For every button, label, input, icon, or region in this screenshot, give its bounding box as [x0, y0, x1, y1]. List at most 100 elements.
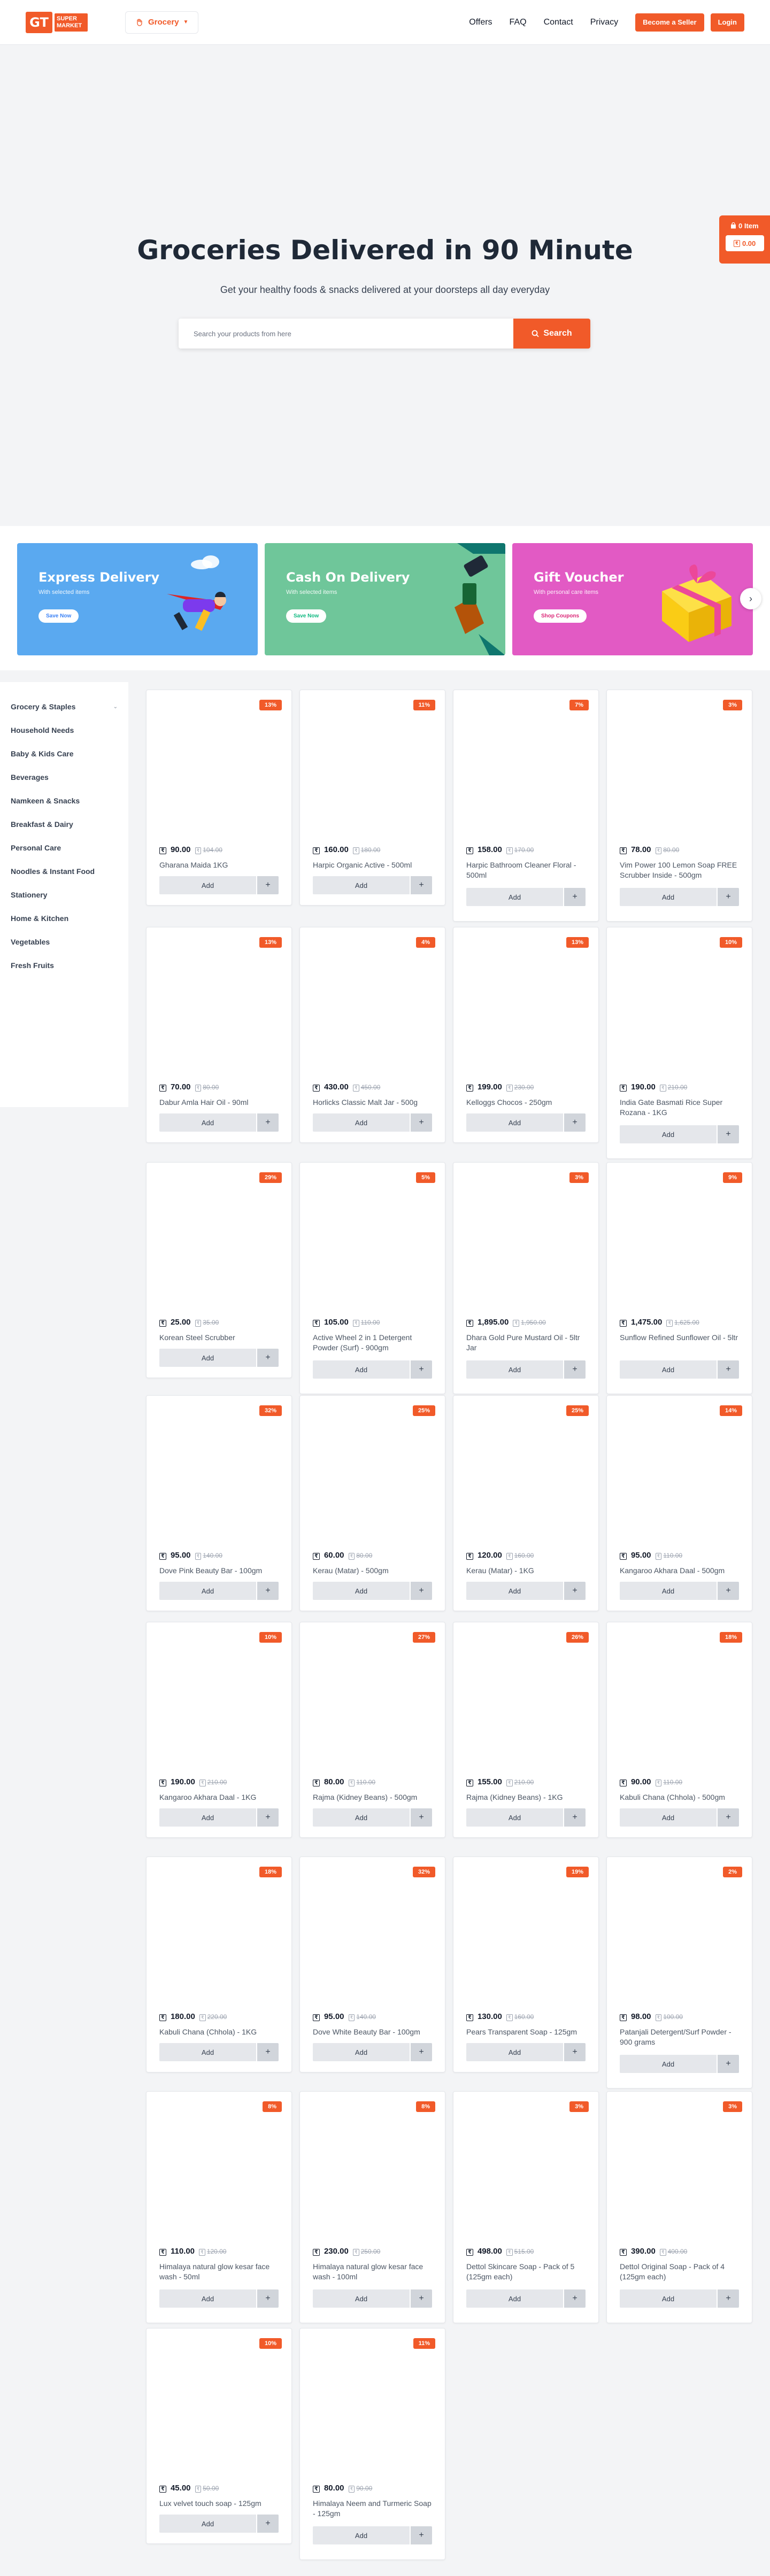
product-card[interactable]: 26% ₹155.00 ₹210.00 Rajma (Kidney Beans) - …	[453, 1622, 599, 1838]
product-card[interactable]: 10% ₹190.00 ₹210.00 India Gate Basmati Rice…	[606, 927, 752, 1159]
add-to-cart-button[interactable]: Add	[620, 1125, 717, 1143]
product-card[interactable]: 8% ₹110.00 ₹120.00 Himalaya natural glow ke…	[146, 2091, 292, 2323]
product-name[interactable]: Kerau (Matar) - 1KG	[466, 1566, 587, 1576]
plus-icon[interactable]: +	[564, 1360, 586, 1379]
product-card[interactable]: 32% ₹95.00 ₹140.00 Dove White Beauty Bar - …	[299, 1856, 445, 2072]
plus-icon[interactable]: +	[564, 1808, 586, 1827]
nav-privacy[interactable]: Privacy	[590, 18, 618, 27]
product-name[interactable]: Kabuli Chana (Chhola) - 1KG	[159, 2027, 280, 2037]
product-name[interactable]: Kabuli Chana (Chhola) - 500gm	[620, 1792, 740, 1803]
product-card[interactable]: 10% ₹45.00 ₹50.00 Lux velvet touch soap - 1…	[146, 2328, 292, 2544]
product-name[interactable]: Lux velvet touch soap - 125gm	[159, 2498, 280, 2509]
add-to-cart-button[interactable]: Add	[620, 1582, 717, 1600]
product-name[interactable]: India Gate Basmati Rice Super Rozana - 1…	[620, 1097, 740, 1118]
promo-express-delivery[interactable]: Express Delivery With selected items Sav…	[17, 543, 258, 655]
carousel-next-button[interactable]: ›	[740, 588, 761, 609]
product-card[interactable]: 4% ₹430.00 ₹450.00 Horlicks Classic Malt Ja…	[299, 927, 445, 1143]
product-card[interactable]: 3% ₹1,895.00 ₹1,950.00 Dhara Gold Pure Must…	[453, 1162, 599, 1394]
add-to-cart-button[interactable]: Add	[620, 888, 717, 906]
plus-icon[interactable]: +	[564, 2289, 586, 2308]
become-seller-button[interactable]: Become a Seller	[635, 13, 704, 32]
product-card[interactable]: 13% ₹199.00 ₹230.00 Kelloggs Chocos - 250gm…	[453, 927, 599, 1143]
product-name[interactable]: Dabur Amla Hair Oil - 90ml	[159, 1097, 280, 1108]
sidebar-item[interactable]: Beverages	[11, 765, 118, 789]
add-to-cart-button[interactable]: Add	[313, 1808, 410, 1827]
product-name[interactable]: Rajma (Kidney Beans) - 500gm	[313, 1792, 433, 1803]
promo-gift-voucher[interactable]: Gift Voucher With personal care items Sh…	[512, 543, 753, 655]
product-name[interactable]: Active Wheel 2 in 1 Detergent Powder (Su…	[313, 1333, 433, 1353]
promo-cash-on-delivery[interactable]: Cash On Delivery With selected items Sav…	[265, 543, 505, 655]
sidebar-item[interactable]: Noodles & Instant Food	[11, 860, 118, 883]
nav-faq[interactable]: FAQ	[510, 18, 527, 27]
product-name[interactable]: Dettol Skincare Soap - Pack of 5 (125gm …	[466, 2262, 587, 2282]
product-card[interactable]: 11% ₹80.00 ₹90.00 Himalaya Neem and Turmeri…	[299, 2328, 445, 2560]
add-to-cart-button[interactable]: Add	[466, 1808, 563, 1827]
sidebar-item[interactable]: Namkeen & Snacks	[11, 789, 118, 813]
product-card[interactable]: 13% ₹70.00 ₹80.00 Dabur Amla Hair Oil - 90m…	[146, 927, 292, 1143]
product-card[interactable]: 25% ₹60.00 ₹80.00 Kerau (Matar) - 500gm Add +	[299, 1395, 445, 1611]
sidebar-item[interactable]: Personal Care	[11, 836, 118, 860]
product-name[interactable]: Kelloggs Chocos - 250gm	[466, 1097, 587, 1108]
plus-icon[interactable]: +	[411, 1808, 432, 1827]
sidebar-item[interactable]: Fresh Fruits	[11, 954, 118, 977]
add-to-cart-button[interactable]: Add	[159, 2289, 256, 2308]
sidebar-item[interactable]: Baby & Kids Care	[11, 742, 118, 765]
add-to-cart-button[interactable]: Add	[313, 876, 410, 894]
add-to-cart-button[interactable]: Add	[313, 2526, 410, 2544]
sidebar-item[interactable]: Grocery & Staples ⌄	[11, 695, 118, 718]
sidebar-item[interactable]: Home & Kitchen	[11, 907, 118, 930]
product-card[interactable]: 7% ₹158.00 ₹170.00 Harpic Bathroom Cleaner …	[453, 690, 599, 922]
sidebar-item[interactable]: Stationery	[11, 883, 118, 907]
plus-icon[interactable]: +	[718, 1125, 739, 1143]
product-card[interactable]: 3% ₹498.00 ₹515.00 Dettol Skincare Soap - P…	[453, 2091, 599, 2323]
product-name[interactable]: Rajma (Kidney Beans) - 1KG	[466, 1792, 587, 1803]
product-card[interactable]: 8% ₹230.00 ₹250.00 Himalaya natural glow ke…	[299, 2091, 445, 2323]
search-input[interactable]: Search your products from here	[179, 319, 513, 349]
product-name[interactable]: Dhara Gold Pure Mustard Oil - 5ltr Jar	[466, 1333, 587, 1353]
add-to-cart-button[interactable]: Add	[159, 1582, 256, 1600]
add-to-cart-button[interactable]: Add	[466, 2043, 563, 2061]
product-name[interactable]: Patanjali Detergent/Surf Powder - 900 gr…	[620, 2027, 740, 2047]
nav-offers[interactable]: Offers	[469, 18, 492, 27]
product-name[interactable]: Harpic Organic Active - 500ml	[313, 860, 433, 870]
product-name[interactable]: Pears Transparent Soap - 125gm	[466, 2027, 587, 2037]
product-name[interactable]: Himalaya Neem and Turmeric Soap - 125gm	[313, 2498, 433, 2519]
product-name[interactable]: Kangaroo Akhara Daal - 500gm	[620, 1566, 740, 1576]
add-to-cart-button[interactable]: Add	[159, 2043, 256, 2061]
product-card[interactable]: 25% ₹120.00 ₹160.00 Kerau (Matar) - 1KG Add +	[453, 1395, 599, 1611]
product-card[interactable]: 29% ₹25.00 ₹35.00 Korean Steel Scrubber Add +	[146, 1162, 292, 1378]
plus-icon[interactable]: +	[564, 2043, 586, 2061]
product-card[interactable]: 14% ₹95.00 ₹110.00 Kangaroo Akhara Daal - 5…	[606, 1395, 752, 1611]
add-to-cart-button[interactable]: Add	[159, 1808, 256, 1827]
promo-button[interactable]: Save Now	[38, 609, 79, 623]
plus-icon[interactable]: +	[718, 1808, 739, 1827]
add-to-cart-button[interactable]: Add	[466, 1360, 563, 1379]
plus-icon[interactable]: +	[257, 1582, 279, 1600]
category-selector[interactable]: Grocery ▼	[125, 11, 199, 34]
plus-icon[interactable]: +	[257, 2043, 279, 2061]
product-card[interactable]: 18% ₹180.00 ₹220.00 Kabuli Chana (Chhola) -…	[146, 1856, 292, 2072]
sidebar-item[interactable]: Household Needs	[11, 718, 118, 742]
add-to-cart-button[interactable]: Add	[466, 1582, 563, 1600]
product-name[interactable]: Horlicks Classic Malt Jar - 500g	[313, 1097, 433, 1108]
product-card[interactable]: 3% ₹390.00 ₹400.00 Dettol Original Soap - P…	[606, 2091, 752, 2323]
add-to-cart-button[interactable]: Add	[313, 1360, 410, 1379]
product-name[interactable]: Sunflow Refined Sunflower Oil - 5ltr	[620, 1333, 740, 1343]
add-to-cart-button[interactable]: Add	[466, 1113, 563, 1132]
add-to-cart-button[interactable]: Add	[313, 2043, 410, 2061]
product-name[interactable]: Dettol Original Soap - Pack of 4 (125gm …	[620, 2262, 740, 2282]
plus-icon[interactable]: +	[257, 876, 279, 894]
plus-icon[interactable]: +	[257, 1349, 279, 1367]
plus-icon[interactable]: +	[564, 888, 586, 906]
plus-icon[interactable]: +	[718, 2055, 739, 2073]
add-to-cart-button[interactable]: Add	[620, 1360, 717, 1379]
add-to-cart-button[interactable]: Add	[620, 1808, 717, 1827]
product-name[interactable]: Dove Pink Beauty Bar - 100gm	[159, 1566, 280, 1576]
add-to-cart-button[interactable]: Add	[620, 2055, 717, 2073]
plus-icon[interactable]: +	[411, 1360, 432, 1379]
product-name[interactable]: Himalaya natural glow kesar face wash - …	[159, 2262, 280, 2282]
plus-icon[interactable]: +	[718, 2289, 739, 2308]
plus-icon[interactable]: +	[257, 1113, 279, 1132]
promo-button[interactable]: Shop Coupons	[534, 609, 587, 623]
product-name[interactable]: Korean Steel Scrubber	[159, 1333, 280, 1343]
